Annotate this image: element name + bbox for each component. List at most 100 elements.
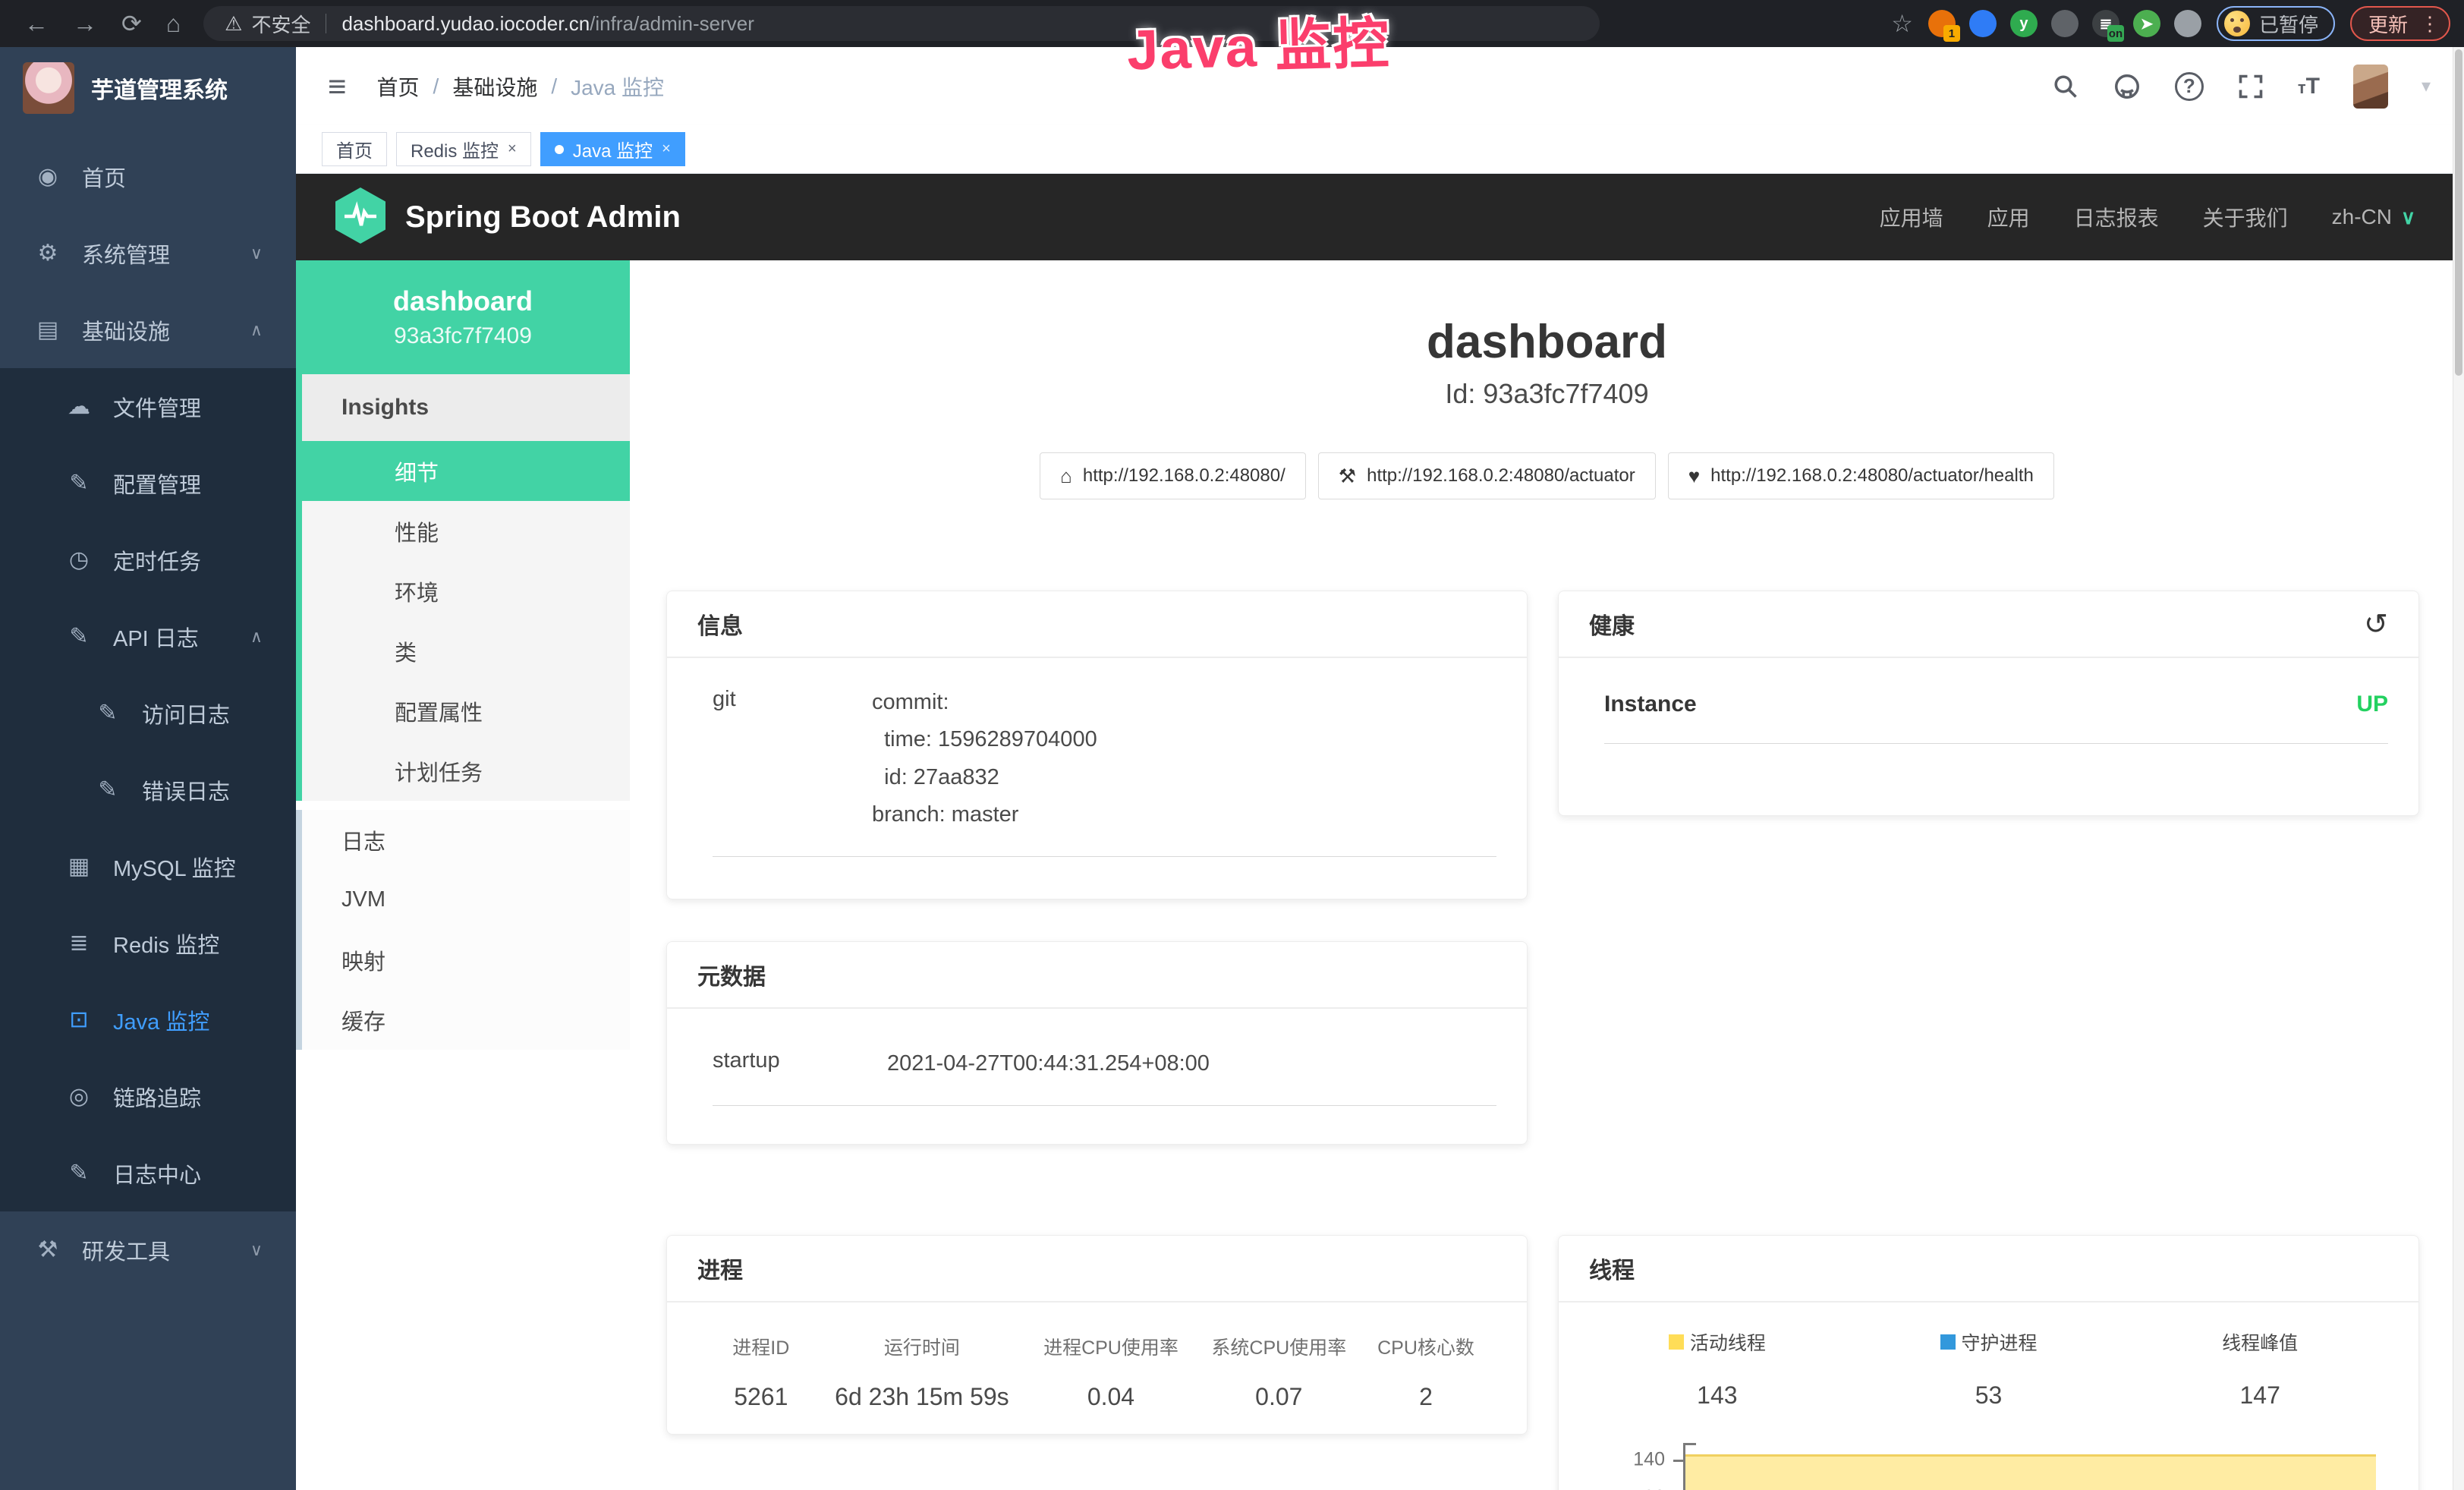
process-stat-label: 进程CPU使用率 (1027, 1333, 1194, 1360)
sidebar-item-home[interactable]: ◉首页 (0, 138, 296, 215)
grid-extension-icon[interactable] (2051, 10, 2079, 37)
url-host[interactable]: dashboard.yudao.iocoder.cn (341, 12, 590, 36)
paused-extension-pill[interactable]: 已暂停 (2217, 6, 2335, 41)
chevron-down-icon: ∨ (250, 1240, 263, 1260)
sidebar-item-redis-monitor[interactable]: ≣Redis 监控 (0, 905, 296, 981)
instance-link-button[interactable]: ⚒http://192.168.0.2:48080/actuator (1318, 452, 1656, 499)
sidebar-item-config[interactable]: ✎配置管理 (0, 445, 296, 521)
font-size-icon[interactable]: тT (2298, 74, 2320, 99)
home-icon[interactable]: ⌂ (166, 11, 181, 36)
cursor-extension-icon[interactable]: ➤ (2133, 10, 2160, 37)
instance-header[interactable]: dashboard 93a3fc7f7409 (296, 260, 630, 374)
legend-swatch (1940, 1334, 1956, 1350)
breadcrumb-item[interactable]: 基础设施 (452, 71, 537, 102)
wrench-icon: ⚒ (1339, 465, 1356, 488)
breadcrumb-item[interactable]: 首页 (377, 71, 420, 102)
sba-menu-环境[interactable]: 环境 (302, 561, 630, 621)
sidebar-item-label: 链路追踪 (113, 1081, 201, 1113)
instance-link-button[interactable]: ♥http://192.168.0.2:48080/actuator/healt… (1668, 452, 2054, 499)
help-icon[interactable]: ? (2175, 72, 2204, 101)
health-card-title: 健康 (1589, 607, 1635, 641)
close-icon[interactable]: × (508, 140, 517, 158)
sba-nav-item[interactable]: 关于我们 (2203, 202, 2288, 232)
sba-menu-配置属性[interactable]: 配置属性 (302, 681, 630, 741)
pin-extension-icon[interactable] (1969, 10, 1997, 37)
sidebar-item-trace[interactable]: ◎链路追踪 (0, 1058, 296, 1135)
sba-nav-item[interactable]: 应用墙 (1880, 202, 1943, 232)
sba-locale-select[interactable]: zh-CN∨ (2332, 205, 2415, 229)
sidebar-item-file[interactable]: ☁文件管理 (0, 368, 296, 445)
kebab-menu-icon[interactable]: ⋮ (2420, 12, 2440, 36)
sidebar-item-label: 系统管理 (82, 238, 170, 269)
fullscreen-icon[interactable] (2237, 73, 2264, 100)
sba-nav-item[interactable]: 应用 (1987, 202, 2030, 232)
address-bar[interactable]: ⚠ 不安全 dashboard.yudao.iocoder.cn/infra/a… (203, 6, 1600, 41)
security-label[interactable]: 不安全 (251, 10, 310, 38)
paused-label: 已暂停 (2259, 10, 2318, 38)
instance-link-button[interactable]: ⌂http://192.168.0.2:48080/ (1040, 452, 1306, 499)
search-icon[interactable] (2052, 73, 2079, 100)
github-icon[interactable] (2113, 72, 2141, 101)
dashboard-icon: ◉ (33, 163, 62, 190)
circle-arrow-extension-icon[interactable]: 1 (1928, 10, 1956, 37)
tab-Redis 监控[interactable]: Redis 监控× (396, 132, 531, 166)
tab-Java 监控[interactable]: Java 监控× (540, 132, 685, 166)
sba-menu-JVM[interactable]: JVM (302, 870, 630, 930)
sidebar-item-error-log[interactable]: ✎错误日志 (0, 751, 296, 828)
reload-icon[interactable]: ⟳ (121, 11, 142, 36)
instance-name: dashboard (393, 285, 533, 317)
user-avatar[interactable] (2353, 65, 2388, 109)
sidebar-item-access-log[interactable]: ✎访问日志 (0, 675, 296, 751)
hamburger-icon[interactable]: ≡ (328, 68, 347, 105)
app-logo[interactable]: 芋道管理系统 (0, 47, 296, 124)
bookmark-star-icon[interactable]: ☆ (1891, 9, 1913, 38)
sidebar-item-log-center[interactable]: ✎日志中心 (0, 1135, 296, 1211)
breadcrumb-item[interactable]: Java 监控 (571, 71, 664, 102)
insights-section-label: Insights (302, 374, 630, 441)
process-stat-系统CPU使用率: 系统CPU使用率0.07 (1195, 1333, 1363, 1411)
browser-scrollbar[interactable] (2453, 47, 2464, 1490)
sidebar-item-api-log[interactable]: ✎API 日志∧ (0, 598, 296, 675)
legend-守护进程: 守护进程53 (1853, 1328, 2125, 1410)
scrollbar-thumb[interactable] (2455, 49, 2462, 376)
sidebar-item-dev-tools[interactable]: ⚒研发工具∨ (0, 1211, 296, 1288)
chrome-update-button[interactable]: 更新 ⋮ (2350, 6, 2450, 41)
sidebar-item-infra[interactable]: ▤基础设施∧ (0, 291, 296, 368)
database-icon: ▦ (65, 853, 93, 880)
y-extension-icon[interactable]: y (2010, 10, 2038, 37)
redis-icon: ≣ (65, 930, 93, 956)
sidebar-item-system[interactable]: ⚙系统管理∨ (0, 215, 296, 291)
sba-menu-细节[interactable]: 细节 (302, 441, 630, 501)
back-icon[interactable]: ← (24, 11, 49, 36)
annotation-java-monitor: Java 监控 (1126, 0, 1392, 87)
tab-首页[interactable]: 首页 (322, 132, 387, 166)
sba-menu-计划任务[interactable]: 计划任务 (302, 741, 630, 801)
y-axis-cap-tick (1685, 1443, 1696, 1445)
process-card-title: 进程 (697, 1252, 743, 1285)
sba-menu-映射[interactable]: 映射 (302, 930, 630, 990)
sba-menu-性能[interactable]: 性能 (302, 501, 630, 561)
sidebar-item-label: API 日志 (113, 621, 199, 653)
sidebar-item-java-monitor[interactable]: ⊡Java 监控 (0, 981, 296, 1058)
metadata-key: startup (713, 1045, 887, 1082)
history-icon[interactable]: ↺ (2364, 607, 2388, 641)
sba-nav-item[interactable]: 日志报表 (2074, 202, 2159, 232)
sba-menu-日志[interactable]: 日志 (302, 810, 630, 870)
sidebar-item-job[interactable]: ◷定时任务 (0, 521, 296, 598)
breadcrumb-separator: / (433, 74, 439, 99)
puzzle-extension-icon[interactable] (2174, 10, 2201, 37)
sba-brand-title[interactable]: Spring Boot Admin (405, 200, 681, 235)
chevron-down-icon[interactable]: ▾ (2422, 75, 2431, 97)
health-key: Instance (1604, 691, 1697, 717)
list-extension-icon[interactable]: ≣on (2092, 10, 2119, 37)
sidebar-item-mysql-monitor[interactable]: ▦MySQL 监控 (0, 828, 296, 905)
info-value-line: branch: master (872, 796, 1097, 833)
process-stat-CPU核心数: CPU核心数2 (1363, 1333, 1489, 1411)
sba-menu-类[interactable]: 类 (302, 621, 630, 681)
process-card: 进程 进程ID5261运行时间6d 23h 15m 59s进程CPU使用率0.0… (666, 1235, 1528, 1435)
process-stat-value: 5261 (705, 1383, 817, 1411)
sba-menu-缓存[interactable]: 缓存 (302, 990, 630, 1050)
close-icon[interactable]: × (662, 140, 671, 158)
forward-icon[interactable]: → (73, 11, 97, 36)
url-path[interactable]: /infra/admin-server (590, 12, 754, 36)
